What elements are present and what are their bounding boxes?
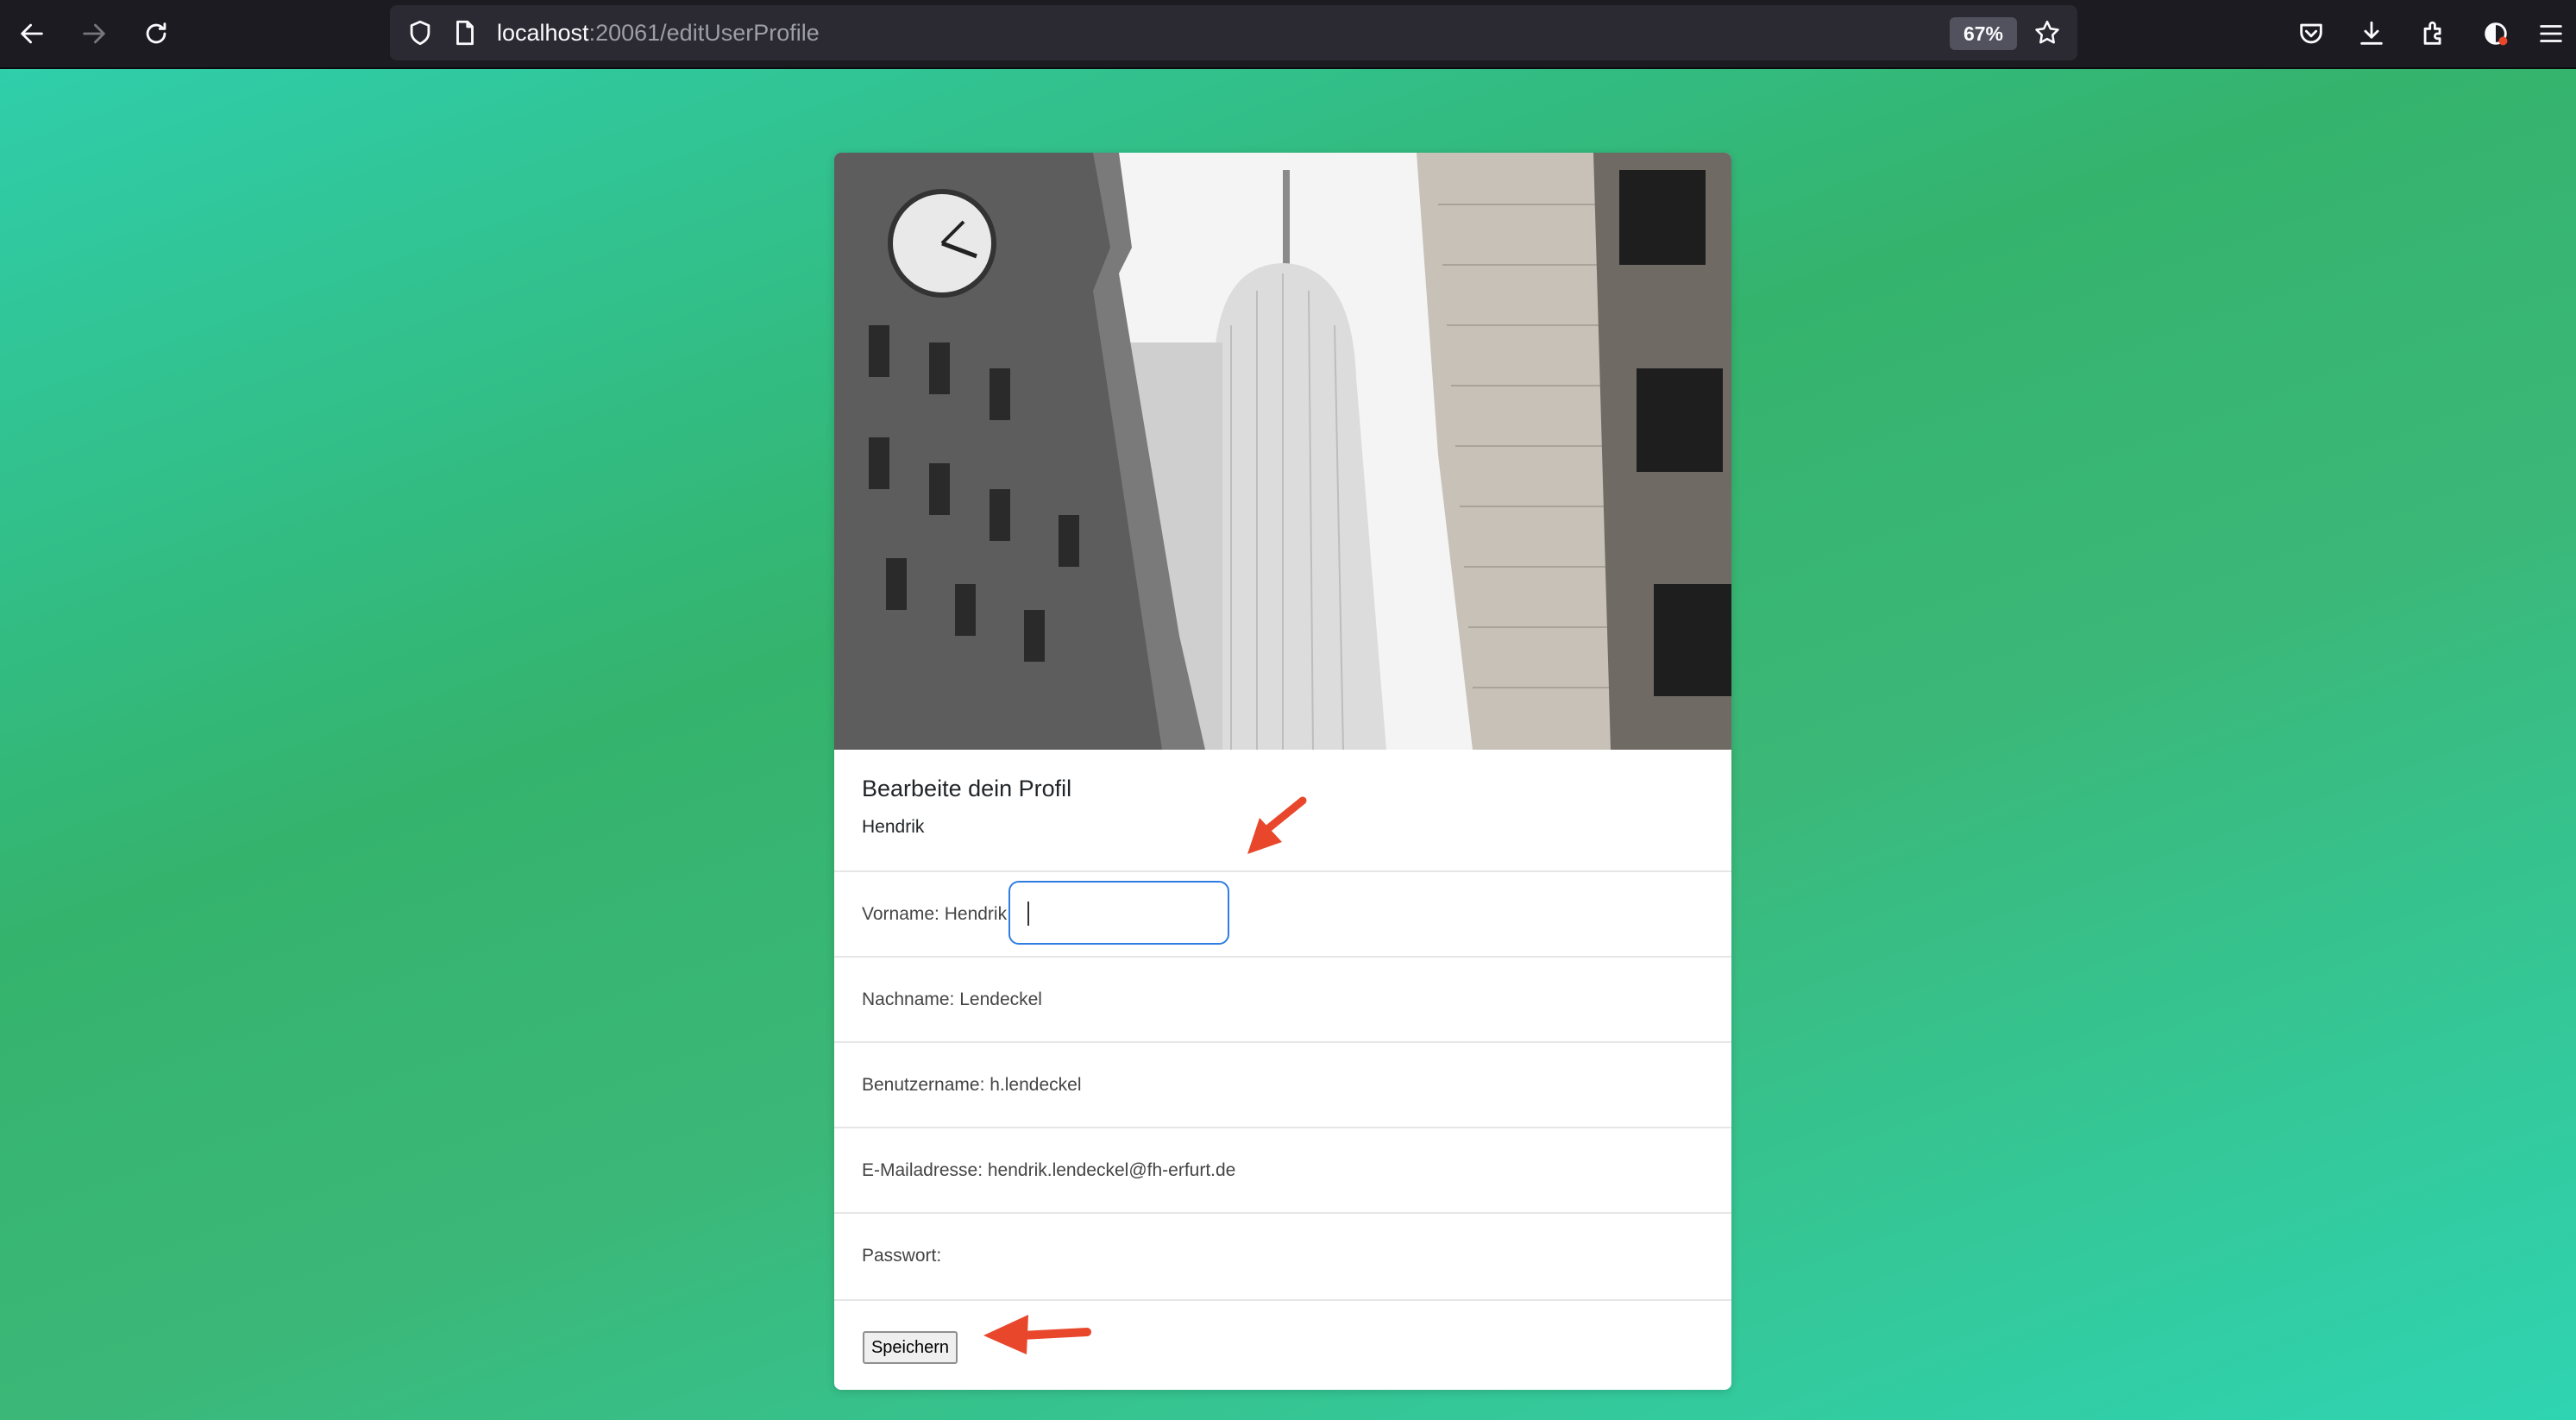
- text-caret: [1027, 902, 1029, 926]
- annotation-arrow-save: [983, 1315, 1091, 1354]
- vorname-input[interactable]: [1008, 881, 1229, 945]
- shield-icon[interactable]: [402, 15, 438, 51]
- profile-card: Bearbeite dein Profil Hendrik Vorname: H…: [834, 153, 1731, 1390]
- reload-icon[interactable]: [138, 16, 174, 52]
- page-icon: [447, 15, 483, 51]
- form-footer: Speichern: [834, 1299, 1731, 1390]
- forward-icon[interactable]: [76, 16, 112, 52]
- email-label: E-Mailadresse: hendrik.lendeckel@fh-erfu…: [862, 1160, 1236, 1180]
- pocket-icon[interactable]: [2293, 16, 2329, 52]
- card-subtitle: Hendrik: [862, 817, 925, 837]
- field-row-vorname: Vorname: Hendrik: [834, 870, 1731, 957]
- vorname-label: Vorname: Hendrik: [862, 904, 1008, 924]
- menu-icon[interactable]: [2533, 16, 2569, 52]
- zoom-level-badge[interactable]: 67%: [1950, 17, 2017, 50]
- save-button[interactable]: Speichern: [863, 1331, 958, 1364]
- account-icon[interactable]: [2478, 16, 2514, 52]
- card-title: Bearbeite dein Profil: [862, 776, 1072, 801]
- browser-toolbar: localhost:20061/editUserProfile 67%: [0, 0, 2576, 69]
- field-row-nachname: Nachname: Lendeckel: [834, 956, 1731, 1042]
- back-icon[interactable]: [14, 16, 50, 52]
- annotation-arrow-input: [1247, 796, 1307, 854]
- header-image: [834, 153, 1731, 750]
- extensions-icon[interactable]: [2416, 16, 2452, 52]
- download-icon[interactable]: [2353, 16, 2390, 52]
- passwort-label: Passwort:: [862, 1246, 942, 1266]
- field-row-passwort: Passwort:: [834, 1212, 1731, 1298]
- nachname-label: Nachname: Lendeckel: [862, 990, 1042, 1009]
- field-row-email: E-Mailadresse: hendrik.lendeckel@fh-erfu…: [834, 1127, 1731, 1213]
- star-icon[interactable]: [2029, 15, 2065, 51]
- benutzername-label: Benutzername: h.lendeckel: [862, 1075, 1082, 1095]
- url-text[interactable]: localhost:20061/editUserProfile: [497, 5, 820, 60]
- url-bar[interactable]: localhost:20061/editUserProfile 67%: [390, 5, 2077, 60]
- field-row-benutzername: Benutzername: h.lendeckel: [834, 1041, 1731, 1128]
